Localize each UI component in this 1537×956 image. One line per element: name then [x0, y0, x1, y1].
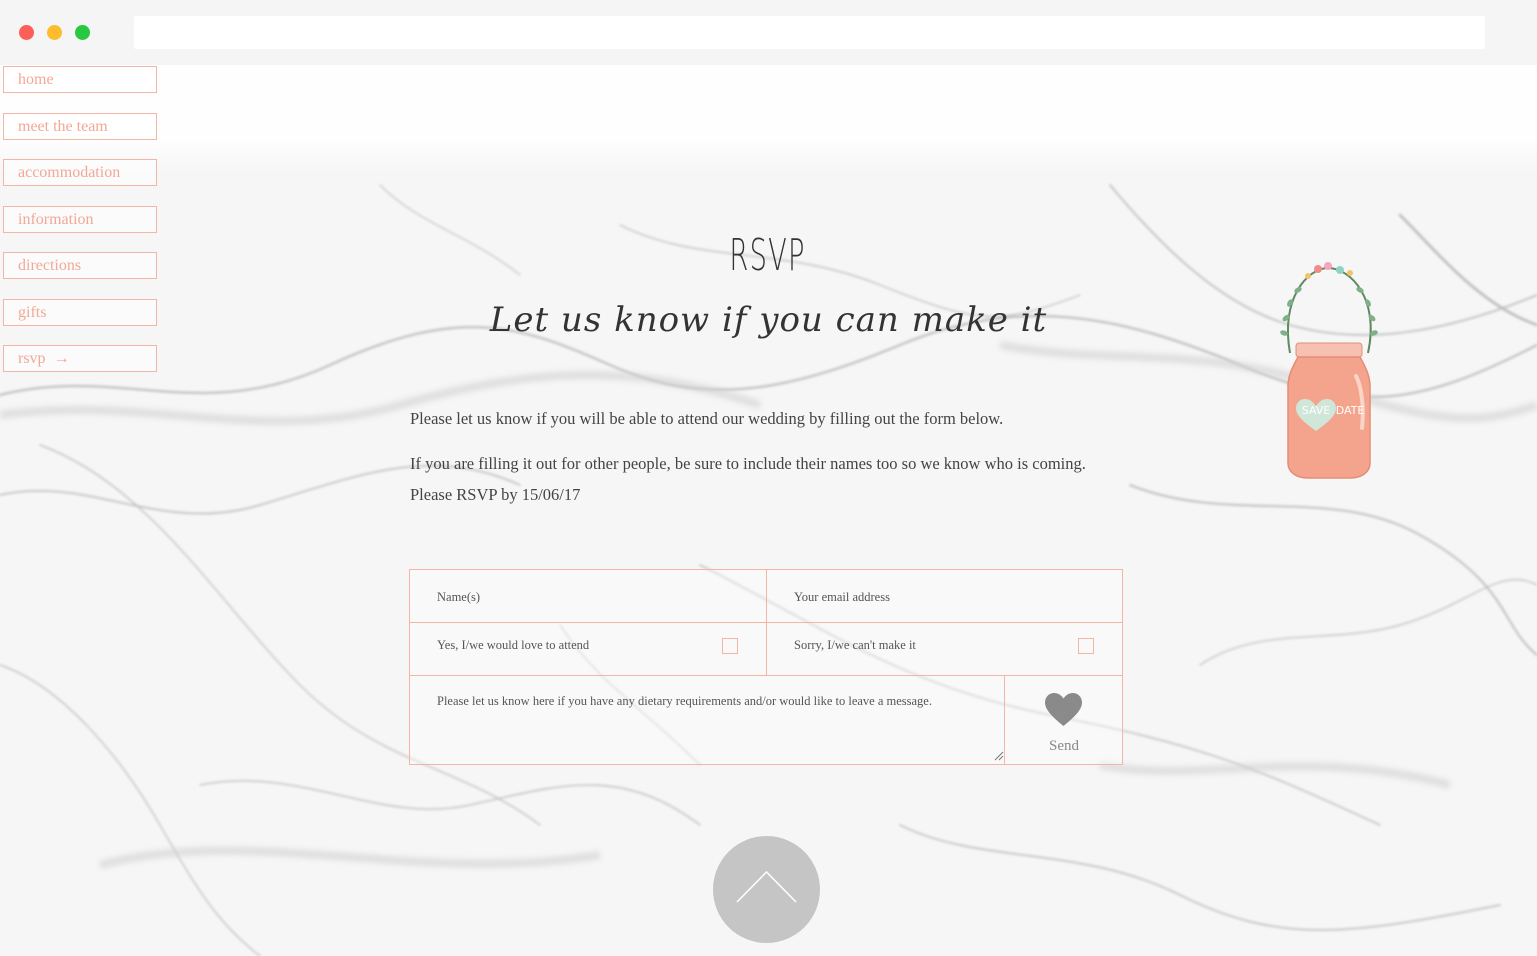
scroll-to-top-button[interactable] [713, 836, 820, 943]
email-cell [767, 570, 1122, 623]
heart-icon [1045, 693, 1082, 726]
nav-label: directions [18, 257, 82, 274]
header-fade [0, 65, 1537, 173]
intro-paragraph: If you are filling it out for other peop… [410, 454, 1086, 473]
chevron-up-icon [736, 870, 797, 903]
marble-background [0, 65, 1537, 956]
intro-paragraph: Please let us know if you will be able t… [410, 409, 1004, 428]
decline-label: Sorry, I/we can't make it [794, 638, 916, 652]
nav-label: meet the team [18, 117, 108, 135]
message-cell [410, 676, 1005, 764]
nav-item-meet-the-team[interactable]: meet the team [3, 112, 157, 140]
send-button[interactable]: Send [1005, 677, 1123, 765]
name-input[interactable] [437, 589, 747, 605]
maximize-window-button[interactable] [75, 25, 90, 40]
nav-item-rsvp[interactable]: rsvp → [3, 345, 157, 372]
nav-label: rsvp [18, 350, 46, 367]
nav-item-accommodation[interactable]: accommodation [3, 159, 157, 186]
name-cell [410, 570, 767, 623]
nav-item-information[interactable]: information [3, 205, 157, 233]
arrow-right-icon: → [53, 350, 70, 367]
jar-text-save: SAVE [1302, 404, 1331, 417]
browser-toolbar [0, 0, 1537, 65]
page-title: RSVP [729, 230, 806, 281]
nav-label: accommodation [18, 164, 121, 181]
attend-checkbox[interactable] [722, 638, 738, 654]
rsvp-deadline: Please RSVP by 15/06/17 [410, 485, 581, 504]
nav-label: information [18, 210, 94, 228]
jar-text-date: DATE [1336, 404, 1365, 417]
close-window-button[interactable] [19, 25, 34, 40]
rsvp-form: Yes, I/we would love to attend Sorry, I/… [409, 569, 1123, 765]
page-content: home meet the team accommodation informa… [0, 65, 1537, 956]
email-input[interactable] [794, 589, 1104, 605]
decline-checkbox[interactable] [1078, 638, 1094, 654]
attend-label: Yes, I/we would love to attend [437, 638, 590, 652]
message-textarea[interactable] [437, 694, 987, 754]
mason-jar-illustration: SAVE DATE [1280, 262, 1378, 479]
minimize-window-button[interactable] [47, 25, 62, 40]
nav-item-directions[interactable]: directions [3, 252, 157, 279]
attend-cell[interactable]: Yes, I/we would love to attend [410, 623, 767, 676]
address-bar[interactable] [134, 16, 1485, 49]
decline-cell[interactable]: Sorry, I/we can't make it [767, 623, 1122, 676]
nav-label: home [18, 71, 54, 88]
resize-handle-icon[interactable] [994, 751, 1004, 761]
nav-item-home[interactable]: home [3, 66, 157, 93]
send-label: Send [1049, 738, 1079, 754]
